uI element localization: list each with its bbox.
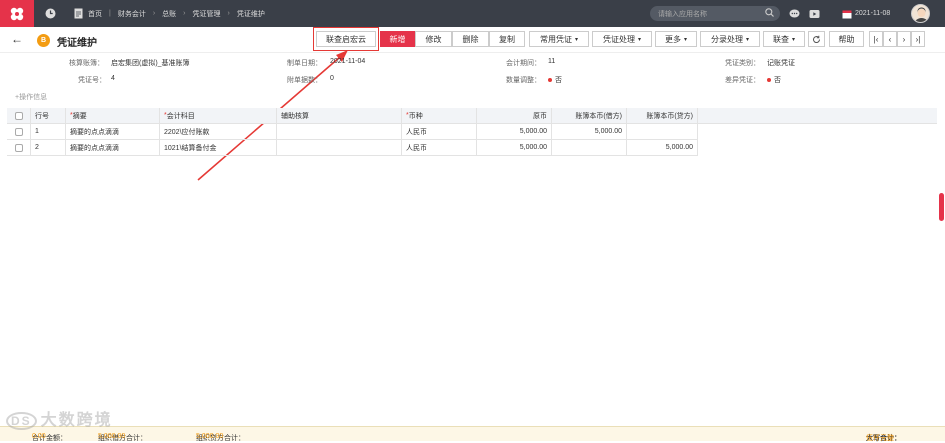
category-label: 凭证类别：: [725, 60, 760, 67]
qty-adjust-value[interactable]: 否: [548, 75, 562, 85]
table-cell[interactable]: [277, 124, 402, 140]
period-label: 会计期间：: [506, 60, 541, 67]
date-label: 制单日期：: [287, 60, 322, 67]
operation-info-toggle[interactable]: +操作信息: [15, 92, 47, 102]
period-value[interactable]: 11: [548, 58, 555, 65]
scrollbar-handle[interactable]: [939, 193, 944, 221]
book-label: 核算账簿：: [69, 60, 104, 67]
voucher-header-form: 核算账簿： 启宏集团(虚拟)_基准账簿 制单日期： 2021-11-04 会计期…: [0, 53, 945, 105]
table-cell[interactable]: 摘要的点点滴滴: [66, 140, 160, 156]
table-cell[interactable]: 2202\应付账款: [160, 124, 277, 140]
attach-value[interactable]: 0: [330, 75, 334, 82]
table-cell[interactable]: [552, 140, 627, 156]
table-cell[interactable]: 1021\结算备付金: [160, 140, 277, 156]
header-credit: 账簿本币(贷方): [627, 108, 698, 124]
table-cell[interactable]: 5,000.00: [477, 140, 552, 156]
header-auxiliary: 辅助核算: [277, 108, 402, 124]
qty-adjust-label: 数量调整：: [506, 77, 541, 84]
number-label: 凭证号：: [78, 77, 106, 84]
header-account: * 会计科目: [160, 108, 277, 124]
table-cell[interactable]: 5,000.00: [627, 140, 698, 156]
number-value[interactable]: 4: [111, 75, 115, 82]
table-cell[interactable]: [277, 140, 402, 156]
diff-label: 差异凭证：: [725, 77, 760, 84]
header-original-amount: 原币: [477, 108, 552, 124]
book-value[interactable]: 启宏集团(虚拟)_基准账簿: [111, 58, 190, 68]
category-value[interactable]: 记账凭证: [767, 58, 795, 68]
date-value[interactable]: 2021-11-04: [330, 58, 365, 65]
row-checkbox[interactable]: [7, 124, 31, 140]
table-cell[interactable]: 5,000.00: [477, 124, 552, 140]
header-row-no: 行号: [31, 108, 66, 124]
table-cell[interactable]: 摘要的点点滴滴: [66, 124, 160, 140]
header-filler: [698, 108, 937, 124]
totals-footer: 合计金额： 0.00 组织借方合计： 5,000.00 组织贷方合计： 5,000.0…: [0, 426, 945, 442]
select-all-checkbox[interactable]: [7, 108, 31, 124]
header-currency: * 币种: [402, 108, 477, 124]
radio-dot-icon: [548, 78, 552, 83]
header-debit: 账簿本币(借方): [552, 108, 627, 124]
attach-label: 附单据数：: [287, 77, 322, 84]
table-cell: 2: [31, 140, 66, 156]
watermark: DS 大数跨境: [6, 406, 113, 430]
table-cell[interactable]: [627, 124, 698, 140]
qty-adjust-text: 否: [555, 77, 562, 84]
voucher-entries-table: 行号 * 摘要 * 会计科目 辅助核算 * 币种 原币 账簿本币(借方) 账簿本币(贷…: [7, 108, 937, 428]
radio-dot-icon: [767, 78, 771, 83]
header-summary: * 摘要: [66, 108, 160, 124]
table-cell[interactable]: 人民币: [402, 124, 477, 140]
row-checkbox[interactable]: [7, 140, 31, 156]
table-cell[interactable]: 5,000.00: [552, 124, 627, 140]
table-cell[interactable]: 人民币: [402, 140, 477, 156]
table-cell: 1: [31, 124, 66, 140]
diff-text: 否: [774, 77, 781, 84]
diff-value[interactable]: 否: [767, 75, 781, 85]
